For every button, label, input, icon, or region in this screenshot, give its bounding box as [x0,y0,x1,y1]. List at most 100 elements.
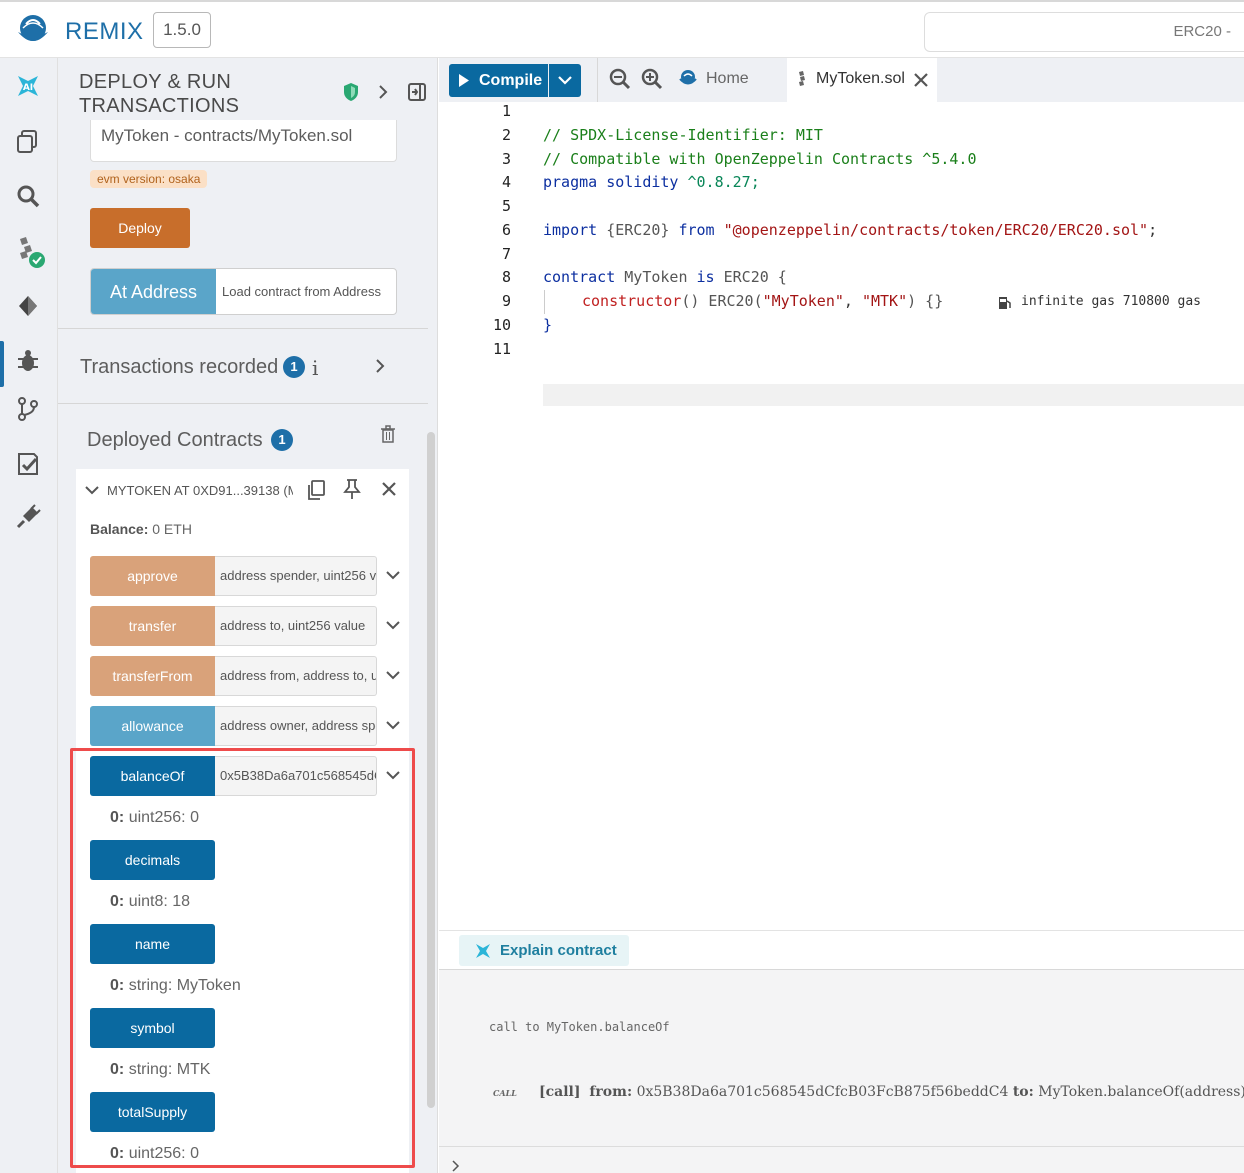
function-approve: approve address spender, uint256 value [90,556,400,596]
tab-mytoken-sol[interactable]: MyToken.sol [787,58,937,102]
transfer-button[interactable]: transfer [90,606,215,646]
svg-text:AI: AI [23,83,33,93]
compile-button[interactable]: Compile [449,64,548,97]
unit-testing-icon[interactable] [10,446,46,482]
function-transfer: transfer address to, uint256 value [90,606,400,646]
explain-bar: Explain contract [439,930,1244,970]
file-explorer-icon[interactable] [10,123,46,159]
terminal-call-summary: call to MyToken.balanceOf [489,1020,670,1034]
ai-sparkle-icon [476,944,490,958]
chevron-down-icon[interactable] [384,666,402,684]
ai-assistant-icon[interactable]: AI [10,68,46,104]
code-line: // Compatible with OpenZeppelin Contract… [543,150,977,168]
debugger-icon[interactable] [10,343,46,379]
evm-version-badge: evm version: osaka [90,170,208,188]
transfer-params-input[interactable]: address to, uint256 value [215,606,377,646]
gas-estimate: infinite gas 710800 gas [1021,294,1202,309]
code-line: import {ERC20} from "@openzeppelin/contr… [543,221,1158,239]
line-number: 11 [492,340,511,358]
panel-title: DEPLOY & RUN TRANSACTIONS [79,71,240,117]
line-number: 9 [501,292,511,310]
zoom-out-icon[interactable] [609,68,631,95]
close-icon[interactable] [381,481,397,502]
deployed-contracts-label: Deployed Contracts [87,429,263,451]
icon-rail: AI [0,58,58,1173]
allowance-params-input[interactable]: address owner, address spender [215,706,377,746]
code-editor[interactable]: 1 2 3 4 5 6 7 8 9 10 11 // SPDX-License-… [439,102,1244,930]
function-transferfrom: transferFrom address from, address to, u… [90,656,400,696]
chevron-down-icon[interactable] [384,566,402,584]
terminal-divider [439,1146,1244,1147]
tab-home[interactable]: Home [706,70,749,88]
terminal: call to MyToken.balanceOf CALL [call] fr… [439,970,1244,1173]
deploy-run-icon[interactable] [10,288,46,324]
instance-title: MYTOKEN AT 0XD91...39138 (MEMORY) [107,483,293,498]
code-line: pragma solidity ^0.8.27; [543,173,760,191]
instance-header[interactable]: MYTOKEN AT 0XD91...39138 (MEMORY) [76,469,409,511]
line-number: 6 [501,221,511,239]
copy-icon[interactable] [306,479,326,506]
allowance-button[interactable]: allowance [90,706,215,746]
line-number: 3 [501,150,511,168]
editor-tabs: Compile Home MyToken.sol [439,58,1244,102]
contract-select[interactable]: MyToken - contracts/MyToken.sol [90,120,397,162]
code-line: constructor() ERC20("MyToken", "MTK") {} [582,292,944,310]
line-number: 10 [492,316,511,334]
line-number: 5 [501,197,511,215]
annotation-highlight-box [70,748,415,1168]
pin-icon[interactable] [343,478,361,505]
current-line-highlight [543,384,1244,406]
panel-scrollbar[interactable] [427,432,435,1108]
remix-logo-icon [18,15,48,41]
line-number: 8 [501,268,511,286]
close-tab-icon[interactable] [914,73,928,87]
info-icon[interactable]: i [312,356,318,380]
compile-options-button[interactable] [549,64,581,97]
solidity-file-icon [799,71,805,86]
chevron-down-icon[interactable] [384,616,402,634]
transactions-recorded-label[interactable]: Transactions recorded [80,356,278,379]
plugin-manager-icon[interactable] [10,499,46,535]
at-address-input[interactable]: Load contract from Address [222,269,381,314]
line-number: 7 [501,245,511,263]
play-icon [459,74,469,87]
at-address-group: At Address Load contract from Address [90,268,397,315]
explain-contract-button[interactable]: Explain contract [459,935,629,966]
zoom-in-icon[interactable] [641,68,663,95]
code-line: } [543,316,553,334]
shield-icon[interactable] [339,80,363,104]
home-remix-icon [677,68,699,93]
pin-panel-icon[interactable] [405,80,429,104]
rail-active-indicator [0,341,4,387]
balance-readout: Balance: 0 ETH [90,521,192,537]
trash-icon[interactable] [380,425,396,448]
code-line: // SPDX-License-Identifier: MIT [543,126,823,144]
version-selector[interactable]: 1.5.0 [153,12,211,48]
app-name: REMIX [65,18,144,45]
approve-button[interactable]: approve [90,556,215,596]
chevron-down-icon [558,76,572,85]
chevron-down-icon[interactable] [384,716,402,734]
transactions-expand-icon[interactable] [374,358,386,379]
transactions-count-badge: 1 [283,356,305,378]
git-icon[interactable] [10,391,46,427]
at-address-button[interactable]: At Address [91,269,216,314]
call-badge: CALL [493,1088,517,1098]
terminal-log-line[interactable]: [call] from: 0x5B38Da6a701c568545dCfcB03… [539,1084,1244,1100]
transferfrom-params-input[interactable]: address from, address to, uint256 value [215,656,377,696]
chevron-right-icon[interactable] [371,80,395,104]
line-number: 1 [501,102,511,120]
approve-params-input[interactable]: address spender, uint256 value [215,556,377,596]
code-line: contract MyToken is ERC20 { [543,268,787,286]
function-allowance: allowance address owner, address spender [90,706,400,746]
terminal-prompt-icon [452,1160,460,1172]
top-bar: REMIX 1.5.0 ERC20 - [0,0,1244,58]
transferfrom-button[interactable]: transferFrom [90,656,215,696]
search-icon[interactable] [10,178,46,214]
editor-area: Compile Home MyToken.sol 1 2 3 4 5 6 7 8 [439,58,1244,930]
chevron-down-icon[interactable] [84,483,100,501]
deploy-button[interactable]: Deploy [90,208,190,248]
line-number: 2 [501,126,511,144]
top-search-input[interactable]: ERC20 - [924,12,1244,52]
solidity-compiler-icon[interactable] [10,233,46,269]
